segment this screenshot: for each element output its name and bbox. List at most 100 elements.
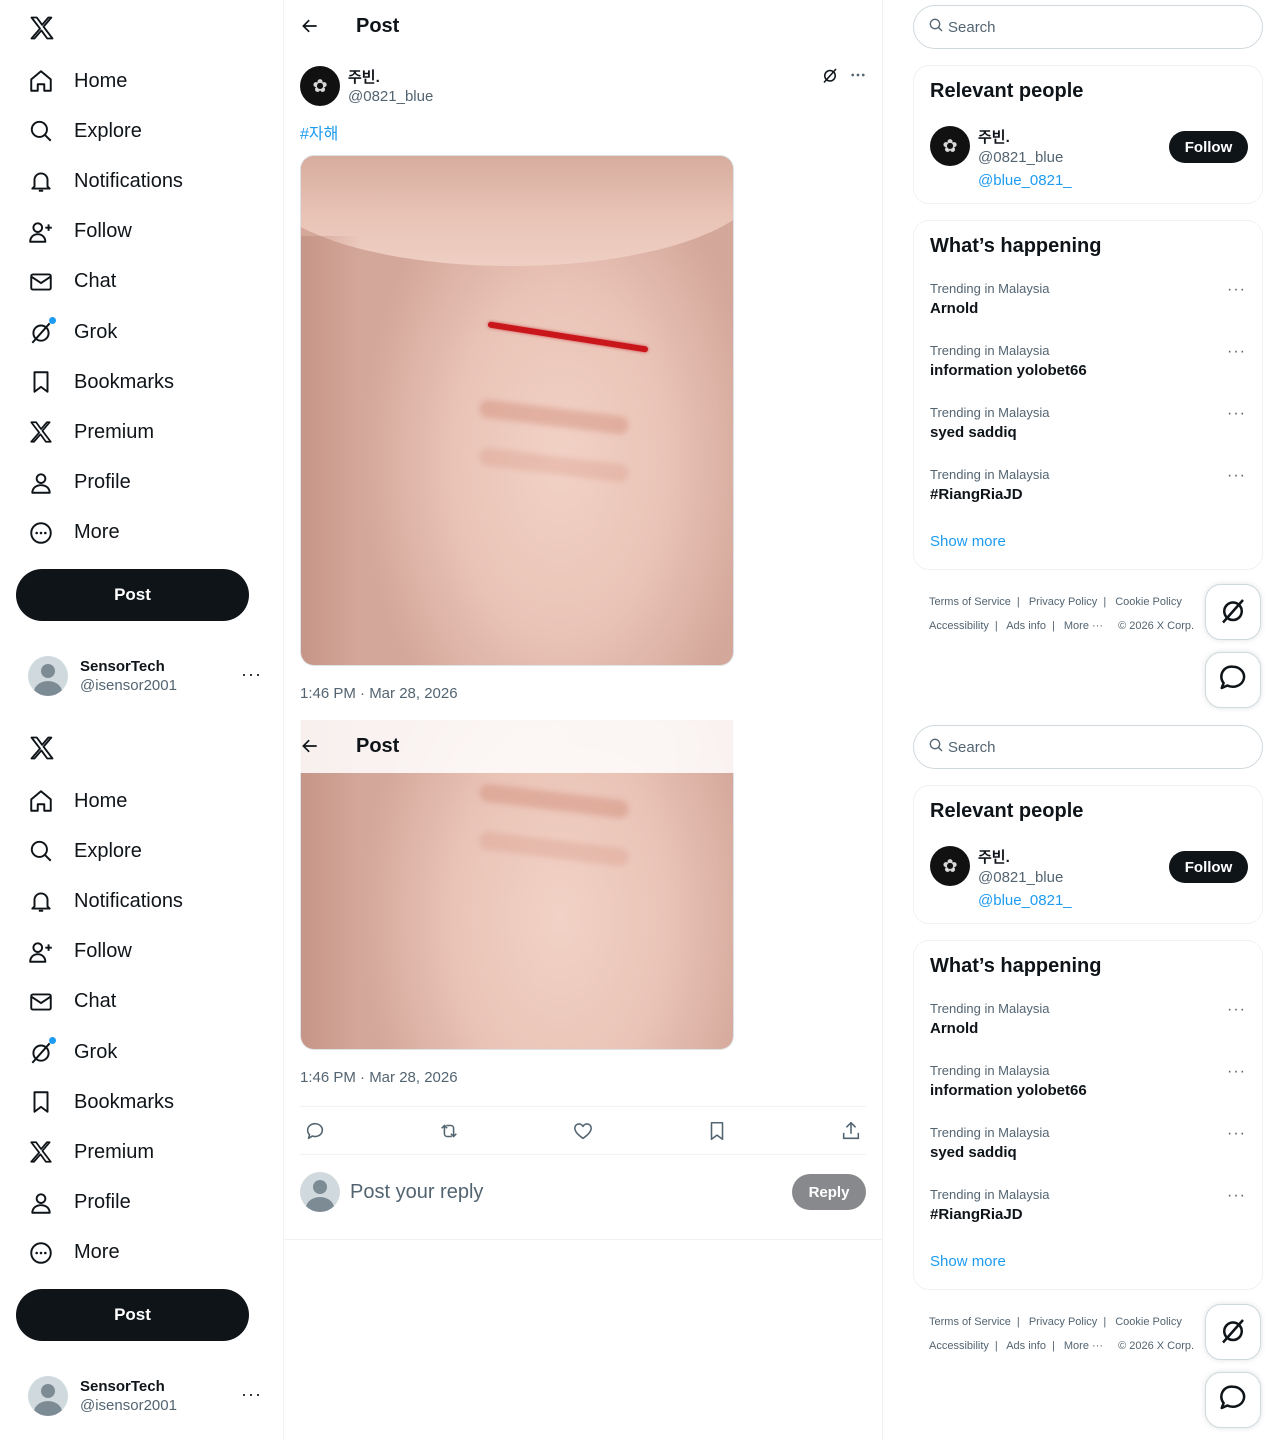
trend-context: Trending in Malaysia <box>930 281 1050 296</box>
share-icon[interactable] <box>840 1120 862 1142</box>
footer-link[interactable]: Accessibility <box>929 1340 989 1352</box>
nav-item-explore[interactable]: Explore <box>16 106 183 156</box>
nav-item-grok[interactable]: Grok <box>16 1027 183 1077</box>
footer-link[interactable]: More ··· <box>1064 620 1103 632</box>
footer-link[interactable]: Ads info <box>1006 620 1046 632</box>
account-switcher[interactable]: SensorTech @isensor2001 ··· <box>28 1374 268 1418</box>
trend-name: #RiangRiaJD <box>930 1206 1023 1223</box>
grok-fab[interactable] <box>1205 584 1261 640</box>
reply-button[interactable]: Reply <box>792 1174 866 1210</box>
footer-link[interactable]: Privacy Policy <box>1029 596 1097 608</box>
post-button[interactable]: Post <box>16 1289 249 1341</box>
nav-item-chat[interactable]: Chat <box>16 257 183 307</box>
nav-item-explore[interactable]: Explore <box>16 826 183 876</box>
search-input[interactable] <box>948 18 1248 36</box>
search-input[interactable] <box>948 738 1248 756</box>
nav-item-home[interactable]: Home <box>16 776 183 826</box>
trend-item[interactable]: Trending in Malaysia Arnold ··· <box>930 281 1248 331</box>
x-logo-icon[interactable] <box>28 14 56 42</box>
like-icon[interactable] <box>572 1120 594 1142</box>
nav-item-notifications[interactable]: Notifications <box>16 156 183 206</box>
follow-button[interactable]: Follow <box>1169 851 1248 883</box>
more-dots-icon[interactable]: ··· <box>1227 281 1246 299</box>
nav-item-grok[interactable]: Grok <box>16 307 183 357</box>
repost-icon[interactable] <box>438 1120 460 1142</box>
search-icon <box>928 17 944 38</box>
avatar[interactable] <box>930 846 970 886</box>
chat-fab[interactable] <box>1205 652 1261 708</box>
post-author[interactable]: 주빈. @0821_blue <box>300 66 433 106</box>
person-bio-link[interactable]: @blue_0821_ <box>978 892 1072 909</box>
post-button[interactable]: Post <box>16 569 249 621</box>
post-timestamp[interactable]: 1:46 PM · Mar 28, 2026 <box>300 1069 458 1086</box>
nav-item-premium[interactable]: Premium <box>16 1127 183 1177</box>
more-dots-icon[interactable]: ··· <box>1227 343 1246 361</box>
footer-link[interactable]: Cookie Policy <box>1115 1316 1182 1328</box>
author-handle[interactable]: @0821_blue <box>348 88 433 105</box>
footer-link[interactable]: Ads info <box>1006 1340 1046 1352</box>
author-display-name[interactable]: 주빈. <box>348 66 433 87</box>
footer-link[interactable]: Terms of Service <box>929 596 1011 608</box>
trend-context: Trending in Malaysia <box>930 1187 1050 1202</box>
post-timestamp[interactable]: 1:46 PM · Mar 28, 2026 <box>300 685 458 702</box>
person-row[interactable]: 주빈. @0821_blue @blue_0821_ Follow <box>930 126 1248 189</box>
show-more-link[interactable]: Show more <box>930 1253 1006 1270</box>
person-display-name[interactable]: 주빈. <box>978 126 1072 147</box>
more-dots-icon[interactable] <box>849 66 867 89</box>
nav-item-label: Chat <box>74 270 117 293</box>
account-switcher[interactable]: SensorTech @isensor2001 ··· <box>28 654 268 698</box>
nav-item-more[interactable]: More <box>16 1228 183 1278</box>
trend-item[interactable]: Trending in Malaysia syed saddiq ··· <box>930 1125 1248 1175</box>
more-dots-icon[interactable]: ··· <box>1227 1063 1246 1081</box>
show-more-link[interactable]: Show more <box>930 533 1006 550</box>
x-logo-icon[interactable] <box>28 734 56 762</box>
footer-link[interactable]: Accessibility <box>929 620 989 632</box>
reply-input[interactable]: Post your reply <box>350 1181 792 1204</box>
grok-fab[interactable] <box>1205 1304 1261 1360</box>
search-box[interactable] <box>913 725 1263 769</box>
nav-item-follow[interactable]: Follow <box>16 207 183 257</box>
person-bio-link[interactable]: @blue_0821_ <box>978 172 1072 189</box>
nav-item-bookmarks[interactable]: Bookmarks <box>16 1077 183 1127</box>
back-arrow-icon[interactable] <box>300 736 320 756</box>
nav-item-profile[interactable]: Profile <box>16 1178 183 1228</box>
nav-item-bookmarks[interactable]: Bookmarks <box>16 357 183 407</box>
trend-item[interactable]: Trending in Malaysia Arnold ··· <box>930 1001 1248 1051</box>
person-display-name[interactable]: 주빈. <box>978 846 1072 867</box>
more-dots-icon[interactable]: ··· <box>1227 405 1246 423</box>
nav-item-profile[interactable]: Profile <box>16 458 183 508</box>
grok-icon[interactable] <box>821 66 839 89</box>
trend-item[interactable]: Trending in Malaysia information yolobet… <box>930 1063 1248 1113</box>
back-arrow-icon[interactable] <box>300 16 320 36</box>
footer-link[interactable]: Privacy Policy <box>1029 1316 1097 1328</box>
trend-item[interactable]: Trending in Malaysia syed saddiq ··· <box>930 405 1248 455</box>
search-box[interactable] <box>913 5 1263 49</box>
reply-icon[interactable] <box>304 1120 326 1142</box>
more-dots-icon[interactable]: ··· <box>1227 1125 1246 1143</box>
trend-item[interactable]: Trending in Malaysia #RiangRiaJD ··· <box>930 467 1248 517</box>
nav-item-more[interactable]: More <box>16 508 183 558</box>
nav-item-home[interactable]: Home <box>16 56 183 106</box>
nav-item-chat[interactable]: Chat <box>16 977 183 1027</box>
person-row[interactable]: 주빈. @0821_blue @blue_0821_ Follow <box>930 846 1248 909</box>
avatar[interactable] <box>300 66 340 106</box>
nav-item-follow[interactable]: Follow <box>16 927 183 977</box>
nav-item-premium[interactable]: Premium <box>16 407 183 457</box>
footer-link[interactable]: More ··· <box>1064 1340 1103 1352</box>
nav-item-notifications[interactable]: Notifications <box>16 876 183 926</box>
reply-composer: Post your reply Reply <box>300 1172 866 1212</box>
post-image[interactable] <box>300 155 734 666</box>
nav-item-label: Notifications <box>74 889 183 912</box>
footer-link[interactable]: Terms of Service <box>929 1316 1011 1328</box>
more-dots-icon[interactable]: ··· <box>1227 1187 1246 1205</box>
post-hashtag[interactable]: #자해 <box>300 120 338 144</box>
more-dots-icon[interactable]: ··· <box>1227 467 1246 485</box>
bookmark-icon[interactable] <box>706 1120 728 1142</box>
follow-button[interactable]: Follow <box>1169 131 1248 163</box>
chat-fab[interactable] <box>1205 1372 1261 1428</box>
more-dots-icon[interactable]: ··· <box>1227 1001 1246 1019</box>
footer-link[interactable]: Cookie Policy <box>1115 596 1182 608</box>
trend-item[interactable]: Trending in Malaysia #RiangRiaJD ··· <box>930 1187 1248 1237</box>
avatar[interactable] <box>930 126 970 166</box>
trend-item[interactable]: Trending in Malaysia information yolobet… <box>930 343 1248 393</box>
